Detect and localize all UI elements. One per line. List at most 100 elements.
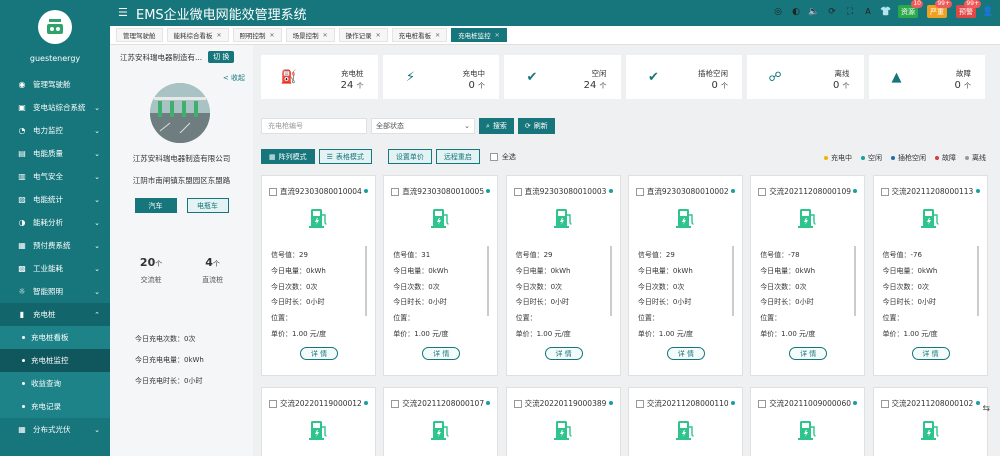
status-select[interactable]: 全部状态 ⌄ <box>371 118 475 134</box>
pile-checkbox[interactable] <box>269 399 277 408</box>
select-all[interactable]: 全选 <box>489 152 516 162</box>
pile-checkbox[interactable] <box>513 399 522 408</box>
tab[interactable]: 照明控制 ✕ <box>232 28 282 42</box>
volume-icon[interactable]: 🔈 <box>808 6 820 18</box>
pile-card[interactable]: 直流92303080010004 信号值：29 今日电量：0kWh 今日次数：0… <box>261 175 376 376</box>
tab[interactable]: 充电桩监控 ✕ <box>451 28 507 42</box>
legend-item: 空闲 <box>861 153 882 163</box>
close-icon[interactable]: ✕ <box>376 32 381 39</box>
pile-checkbox[interactable] <box>513 187 522 196</box>
pile-card[interactable]: 交流20211208000107 <box>383 387 499 456</box>
info-scrollbar[interactable] <box>487 246 490 316</box>
pile-checkbox[interactable] <box>635 399 644 408</box>
refresh-button[interactable]: ⟳ 刷新 <box>517 118 555 134</box>
refresh-icon[interactable]: ⟳ <box>826 6 838 18</box>
tab[interactable]: 能耗综合看板 ✕ <box>166 28 229 42</box>
sidebar-item[interactable]: ▮ 充电桩 ⌃ <box>0 303 110 326</box>
sidebar-item[interactable]: ◉ 管理驾驶舱 <box>0 73 110 96</box>
info-scrollbar[interactable] <box>731 246 734 316</box>
table-mode-button[interactable]: ☰ 表格模式 <box>318 149 372 164</box>
tab[interactable]: 场景控制 ✕ <box>285 28 335 42</box>
pile-checkbox[interactable] <box>391 187 400 196</box>
switch-button[interactable]: 切 换 <box>208 51 235 63</box>
help-icon[interactable]: ◎ <box>772 6 784 18</box>
tab[interactable]: 管理驾驶舱 <box>116 28 163 42</box>
sidebar-item[interactable]: ◔ 电力监控 ⌄ <box>0 119 110 142</box>
detail-button[interactable]: 详 情 <box>911 347 950 360</box>
close-icon[interactable]: ✕ <box>435 32 440 39</box>
pile-card[interactable]: 交流20211208000113 信号值：-76 今日电量：0kWh 今日次数：… <box>872 175 988 376</box>
alert-badge-button[interactable]: 严重 99+ <box>927 0 952 18</box>
sidebar-subitem[interactable]: 充电记录 <box>0 395 110 418</box>
close-icon[interactable]: ✕ <box>270 32 275 39</box>
sidebar-item[interactable]: ▣ 变电站综合系统 ⌄ <box>0 96 110 119</box>
pile-checkbox[interactable] <box>269 187 277 196</box>
sidebar-subitem[interactable]: 充电桩监控 <box>0 349 110 372</box>
ebike-button[interactable]: 电瓶车 <box>186 198 229 213</box>
pile-checkbox[interactable] <box>391 399 400 408</box>
stats-icon: ▨ <box>18 195 26 204</box>
info-scrollbar[interactable] <box>854 246 857 316</box>
pile-card[interactable]: 交流20211208000102 <box>872 387 988 456</box>
adjust-icon[interactable]: ⇆ <box>982 404 990 414</box>
set-price-button[interactable]: 设置单价 <box>387 149 432 164</box>
select-all-checkbox[interactable] <box>489 152 498 161</box>
pile-card[interactable]: 直流92303080010005 信号值：31 今日电量：0kWh 今日次数：0… <box>383 175 499 376</box>
today-charge-count: 今日充电次数：0次 <box>135 335 196 343</box>
pile-checkbox[interactable] <box>635 187 644 196</box>
pile-card[interactable]: 交流20220119000012 <box>261 387 376 456</box>
alert-badge-button[interactable]: 资源 10 <box>898 0 923 18</box>
font-size-icon[interactable]: A <box>862 6 874 18</box>
fullscreen-icon[interactable]: ⛶ <box>844 6 856 18</box>
collapse-link[interactable]: < 收起 <box>223 73 245 83</box>
pile-card[interactable]: 交流20220119000389 <box>505 387 621 456</box>
shirt-icon[interactable]: 👕 <box>880 6 892 18</box>
menu-toggle-icon[interactable]: ☰ <box>118 6 128 19</box>
pile-card[interactable]: 直流92303080010003 信号值：29 今日电量：0kWh 今日次数：0… <box>505 175 621 376</box>
pile-card[interactable]: 交流20211009000060 <box>750 387 866 456</box>
sidebar-item[interactable]: ▤ 电能质量 ⌄ <box>0 142 110 165</box>
pile-checkbox[interactable] <box>758 399 767 408</box>
sidebar-item[interactable]: ▩ 工业能耗 ⌄ <box>0 257 110 280</box>
pile-number-input[interactable]: 充电枪编号 <box>261 118 367 134</box>
info-scrollbar[interactable] <box>365 246 367 316</box>
remote-restart-button[interactable]: 远程重启 <box>435 149 480 164</box>
detail-button[interactable]: 详 情 <box>422 347 461 360</box>
pile-name: 交流20211208000107 <box>402 399 485 408</box>
pile-checkbox[interactable] <box>880 399 889 408</box>
sidebar-item[interactable]: ▥ 电气安全 ⌄ <box>0 165 110 188</box>
detail-button[interactable]: 详 情 <box>300 347 338 360</box>
pile-card[interactable]: 直流92303080010002 信号值：29 今日电量：0kWh 今日次数：0… <box>627 175 743 376</box>
pile-card[interactable]: 交流20211208000110 <box>627 387 743 456</box>
status-dot <box>730 189 735 193</box>
sidebar-item[interactable]: ▨ 电能统计 ⌄ <box>0 188 110 211</box>
close-icon[interactable]: ✕ <box>217 32 222 39</box>
user-icon[interactable]: 👤 <box>982 6 994 18</box>
info-scrollbar[interactable] <box>976 246 979 316</box>
alert-badge-button[interactable]: 预警 99+ <box>956 0 981 18</box>
tab[interactable]: 操作记录 ✕ <box>338 28 388 42</box>
charging-pile-icon <box>675 209 694 228</box>
sidebar-subitem[interactable]: 收益查询 <box>0 372 110 395</box>
theme-icon[interactable]: ◐ <box>790 6 802 18</box>
sidebar-subitem[interactable]: 充电桩看板 <box>0 326 110 349</box>
detail-button[interactable]: 详 情 <box>544 347 583 360</box>
tab[interactable]: 充电桩看板 ✕ <box>391 28 448 42</box>
sidebar-item[interactable]: ▦ 预付费系统 ⌄ <box>0 234 110 257</box>
close-icon[interactable]: ✕ <box>495 32 500 39</box>
grid-mode-button[interactable]: ▦ 阵列模式 <box>261 149 315 164</box>
pile-checkbox[interactable] <box>880 187 889 196</box>
car-button[interactable]: 汽车 <box>134 198 177 213</box>
pile-card[interactable]: 交流20211208000109 信号值：-78 今日电量：0kWh 今日次数：… <box>750 175 866 376</box>
sidebar-item[interactable]: ☼ 智能照明 ⌄ <box>0 280 110 303</box>
sidebar-item-solar[interactable]: ▦ 分布式光伏 ⌄ <box>0 418 110 441</box>
info-scrollbar[interactable] <box>609 246 612 316</box>
pile-counts: 20个 交流桩 4个 直流桩 <box>110 256 253 285</box>
detail-button[interactable]: 详 情 <box>789 347 828 360</box>
sidebar-item[interactable]: ◑ 能耗分析 ⌄ <box>0 211 110 234</box>
status-dot <box>486 189 491 193</box>
pile-checkbox[interactable] <box>758 187 767 196</box>
search-button[interactable]: ⌕ 搜索 <box>479 118 514 134</box>
detail-button[interactable]: 详 情 <box>666 347 705 360</box>
close-icon[interactable]: ✕ <box>323 32 328 39</box>
